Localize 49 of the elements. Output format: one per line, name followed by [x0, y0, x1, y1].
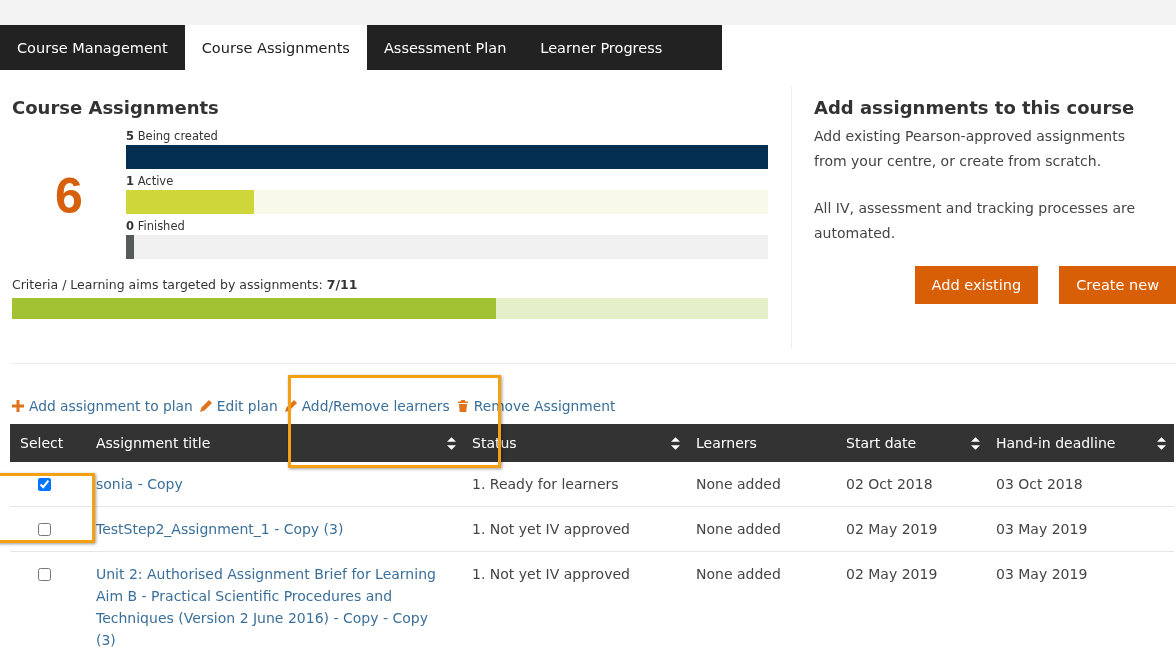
table-cell: 1. Not yet IV approved — [464, 506, 688, 552]
panel-title: Add assignments to this course — [814, 97, 1136, 118]
tab[interactable]: Course Assignments — [184, 25, 367, 70]
table-cell: 03 Oct 2018 — [988, 462, 1174, 507]
table-cell: None added — [688, 506, 838, 552]
trash-icon — [456, 400, 469, 412]
sort-icon — [1157, 436, 1166, 450]
column-header[interactable]: Select — [10, 424, 88, 462]
action-link[interactable]: Add/Remove learners — [301, 398, 450, 414]
action-link[interactable]: Add assignment to plan — [29, 398, 193, 414]
table-cell: 02 May 2019 — [838, 506, 988, 552]
column-header[interactable]: Assignment title — [88, 424, 464, 462]
description-text: Add existing Pearson-approved assignments from your centre, or create from scratch. — [814, 127, 1126, 171]
bar-label: 5 Being created — [126, 128, 219, 145]
table-cell: 1. Ready for learners — [464, 462, 688, 507]
pencil-icon — [284, 400, 297, 412]
bar-label: 0 Finished — [126, 218, 186, 235]
row-checkbox[interactable] — [38, 478, 51, 491]
column-header[interactable]: Hand-in deadline — [988, 424, 1174, 462]
table-cell: None added — [688, 551, 838, 655]
column-header[interactable]: Start date — [838, 424, 988, 462]
pencil-icon — [199, 400, 212, 412]
sort-icon — [447, 436, 456, 450]
table-cell: 1. Not yet IV approved — [464, 551, 688, 655]
action-link[interactable]: Edit plan — [216, 398, 278, 414]
column-header[interactable]: Learners — [688, 424, 838, 462]
tab[interactable]: Course Management — [0, 25, 185, 70]
action-button[interactable]: Add existing — [914, 266, 1039, 304]
table-cell: None added — [688, 462, 838, 507]
table-cell: 02 Oct 2018 — [838, 462, 988, 507]
assignment-link[interactable]: TestStep2_Assignment_1 - Copy (3) — [96, 518, 444, 540]
action-button[interactable]: Create new — [1059, 266, 1176, 304]
sort-icon — [671, 436, 680, 450]
table-cell: 03 May 2019 — [988, 551, 1174, 655]
tab[interactable]: Learner Progress — [523, 25, 680, 70]
assignment-link[interactable]: sonia - Copy — [96, 473, 444, 495]
description-text: All IV, assessment and tracking processes are automated. — [814, 199, 1137, 243]
section-title: Course Assignments — [12, 97, 220, 118]
criteria-label: Criteria / Learning aims targeted by assignments: 7/11 — [12, 276, 359, 294]
table-cell: 02 May 2019 — [838, 551, 988, 655]
tab[interactable]: Assessment Plan — [366, 25, 524, 70]
plus-icon — [12, 400, 24, 412]
sort-icon — [971, 436, 980, 450]
bar-label: 1 Active — [126, 173, 175, 190]
total-count: 6 — [54, 166, 84, 226]
assignment-link[interactable]: Unit 2: Authorised Assignment Brief for Learning Aim B - Practical Scientific Procedures and Techniques (Version 2 June 2016) - Copy - Copy (3) — [96, 563, 444, 651]
table-cell: 03 May 2019 — [988, 506, 1174, 552]
row-checkbox[interactable] — [38, 523, 51, 536]
row-checkbox[interactable] — [38, 568, 51, 581]
